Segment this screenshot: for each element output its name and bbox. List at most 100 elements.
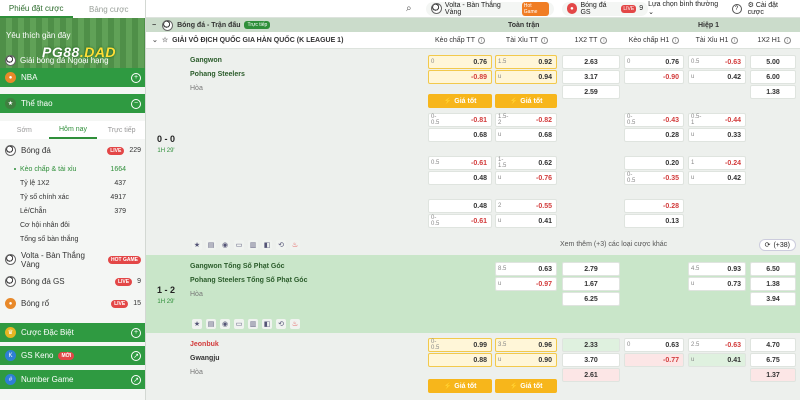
odds-cell[interactable]: 0-0.5 -0.81 <box>428 113 492 127</box>
odds-cell[interactable]: 0.5 -0.61 <box>428 156 492 170</box>
odds-cell[interactable]: -0.89 <box>428 70 492 84</box>
best-price-button[interactable]: ⚡ Giá tốt <box>428 94 492 108</box>
sidebar-sports-header[interactable]: ★ Thể thao − <box>0 94 145 113</box>
odds-cell[interactable]: 0.13 <box>624 214 684 228</box>
odds-cell[interactable]: 1.38 <box>750 85 796 99</box>
sidebar-item-football-gs[interactable]: Bóng đá GS LIVE 9 <box>0 272 145 291</box>
more-bets-link[interactable]: Xem thêm (+3) các loại cược khác <box>560 241 667 248</box>
collapse-icon[interactable]: − <box>131 98 141 109</box>
sidebar-sub-double-chance[interactable]: Cơ hội nhân đôi <box>0 219 145 231</box>
odds-cell[interactable]: 0 0.76 <box>624 55 684 69</box>
odds-cell[interactable]: 0-0.5 -0.61 <box>428 214 492 228</box>
best-price-button[interactable]: ⚡ Giá tốt <box>428 379 492 393</box>
sidebar-item-nba[interactable]: ● NBA + <box>0 68 145 87</box>
odds-cell[interactable]: 0.68 <box>428 128 492 142</box>
chart-icon[interactable]: ▥ <box>248 319 258 329</box>
search-icon[interactable]: ⌕ <box>406 3 418 14</box>
odds-cell[interactable]: 2 -0.55 <box>495 199 557 213</box>
more-markets-button[interactable]: ⟳ (+38) <box>758 239 796 251</box>
odds-cell[interactable]: u 0.90 <box>495 353 557 367</box>
chevron-down-icon[interactable]: ⌄ <box>152 36 158 44</box>
odds-cell[interactable]: 2.59 <box>562 85 620 99</box>
odds-cell[interactable]: 0.28 <box>624 128 684 142</box>
home-team[interactable]: Gangwon Tổng Số Phạt Góc <box>190 259 307 273</box>
odds-cell[interactable]: 3.94 <box>750 292 796 306</box>
odds-cell[interactable]: 1 -0.24 <box>688 156 746 170</box>
tab-bet-slip[interactable]: Phiếu đặt cược <box>0 0 73 18</box>
help-icon[interactable]: ? <box>731 3 742 14</box>
arrow-icon[interactable]: ↗ <box>131 374 141 385</box>
odds-cell[interactable]: 0-0.5 -0.35 <box>624 171 684 185</box>
add-favorite-icon[interactable]: + <box>131 72 141 83</box>
odds-cell[interactable]: u 0.41 <box>688 353 746 367</box>
odds-cell[interactable]: 0.48 <box>428 199 492 213</box>
view-icon[interactable]: ◉ <box>220 240 230 250</box>
sidebar-item-special-bets[interactable]: ♛ Cược Đặc Biệt + <box>0 323 145 342</box>
odds-cell[interactable]: 1.67 <box>562 277 620 291</box>
odds-cell[interactable]: 0-0.5 -0.43 <box>624 113 684 127</box>
stats-icon[interactable]: ▤ <box>206 240 216 250</box>
odds-cell[interactable]: 2.5 -0.63 <box>688 338 746 352</box>
fire-icon[interactable]: ♨ <box>290 240 300 250</box>
star-icon[interactable]: ★ <box>192 240 202 250</box>
odds-cell[interactable]: 6.00 <box>750 70 796 84</box>
filter-live[interactable]: Trực tiếp <box>97 121 145 139</box>
sidebar-item-volta[interactable]: Volta - Bàn Thắng Vàng HOT GAME <box>0 250 145 269</box>
best-price-button[interactable]: ⚡ Giá tốt <box>495 94 557 108</box>
odds-cell[interactable]: u 0.94 <box>495 70 557 84</box>
tab-bet-board[interactable]: Bảng cược <box>73 0 146 18</box>
sidebar-sub-correct-score[interactable]: Tỷ số chính xác 4917 <box>0 191 145 203</box>
odds-cell[interactable]: 6.50 <box>750 262 796 276</box>
sidebar-item-football[interactable]: Bóng đá LIVE 229 <box>0 141 145 160</box>
view-select[interactable]: Lựa chọn bình thường ⌄ <box>648 1 726 16</box>
sidebar-item-number-game[interactable]: # Number Game ↗ <box>0 370 145 389</box>
tv-icon[interactable]: ▭ <box>234 240 244 250</box>
away-team[interactable]: Pohang Steelers Tổng Số Phạt Góc <box>190 273 307 287</box>
odds-cell[interactable]: u 0.73 <box>688 277 746 291</box>
odds-cell[interactable]: 0 0.63 <box>624 338 684 352</box>
sidebar-item-basketball[interactable]: ● Bóng rổ LIVE 15 <box>0 294 145 313</box>
away-team[interactable]: Pohang Steelers <box>190 67 245 81</box>
odds-cell[interactable]: 1.38 <box>750 277 796 291</box>
odds-cell[interactable]: 2.61 <box>562 368 620 382</box>
home-team[interactable]: Gangwon <box>190 53 245 67</box>
recent-favorites-label[interactable]: Yêu thích gần đây <box>6 31 71 40</box>
odds-cell[interactable]: 0.20 <box>624 156 684 170</box>
stats-icon[interactable]: ▤ <box>206 319 216 329</box>
sidebar-item-gs-keno[interactable]: K GS Keno MỚI ↗ <box>0 346 145 365</box>
add-favorite-icon[interactable]: + <box>131 327 141 338</box>
odds-cell[interactable]: 0-0.5 0.99 <box>428 338 492 352</box>
sidebar-item-premier-league[interactable]: Giải bóng đá Ngoại hạng <box>5 55 109 66</box>
gs-quick-link[interactable]: ● Bóng đá GS LIVE 9 <box>561 1 649 16</box>
odds-cell[interactable]: u 0.68 <box>495 128 557 142</box>
odds-cell[interactable]: 1.5 0.92 <box>495 55 557 69</box>
sidebar-sub-handicap[interactable]: Kèo chấp & tài xỉu 1664 <box>0 163 145 175</box>
odds-cell[interactable]: 2.33 <box>562 338 620 352</box>
odds-cell[interactable]: -0.77 <box>624 353 684 367</box>
volta-quick-link[interactable]: Volta - Bàn Thắng Vàng Hot Game <box>425 1 554 16</box>
odds-cell[interactable]: -0.28 <box>624 199 684 213</box>
odds-cell[interactable]: u 0.41 <box>495 214 557 228</box>
odds-cell[interactable]: 0.5 -0.63 <box>688 55 746 69</box>
sidebar-sub-1x2[interactable]: Tỷ lệ 1X2 437 <box>0 177 145 189</box>
odds-cell[interactable]: 0.88 <box>428 353 492 367</box>
best-price-button[interactable]: ⚡ Giá tốt <box>495 379 557 393</box>
odds-cell[interactable]: u 0.42 <box>688 171 746 185</box>
odds-cell[interactable]: -0.90 <box>624 70 684 84</box>
odds-cell[interactable]: 4.70 <box>750 338 796 352</box>
view-icon[interactable]: ◉ <box>220 319 230 329</box>
bet-settings[interactable]: ⚙ Cài đặt cược <box>748 1 796 16</box>
odds-cell[interactable]: 3.17 <box>562 70 620 84</box>
star-icon[interactable]: ☆ <box>162 36 168 44</box>
sidebar-sub-total-goals[interactable]: Tổng số bàn thắng <box>0 233 145 245</box>
filter-today[interactable]: Hôm nay <box>48 121 98 139</box>
tv-icon[interactable]: ▭ <box>234 319 244 329</box>
odds-cell[interactable]: 8.5 0.63 <box>495 262 557 276</box>
odds-cell[interactable]: 1.5-2 -0.82 <box>495 113 557 127</box>
odds-cell[interactable]: 0 0.76 <box>428 55 492 69</box>
filter-early[interactable]: Sớm <box>0 121 49 139</box>
share-icon[interactable]: ⟲ <box>276 319 286 329</box>
odds-cell[interactable]: 6.75 <box>750 353 796 367</box>
odds-cell[interactable]: 3.5 0.96 <box>495 338 557 352</box>
fire-icon[interactable]: ♨ <box>290 319 300 329</box>
